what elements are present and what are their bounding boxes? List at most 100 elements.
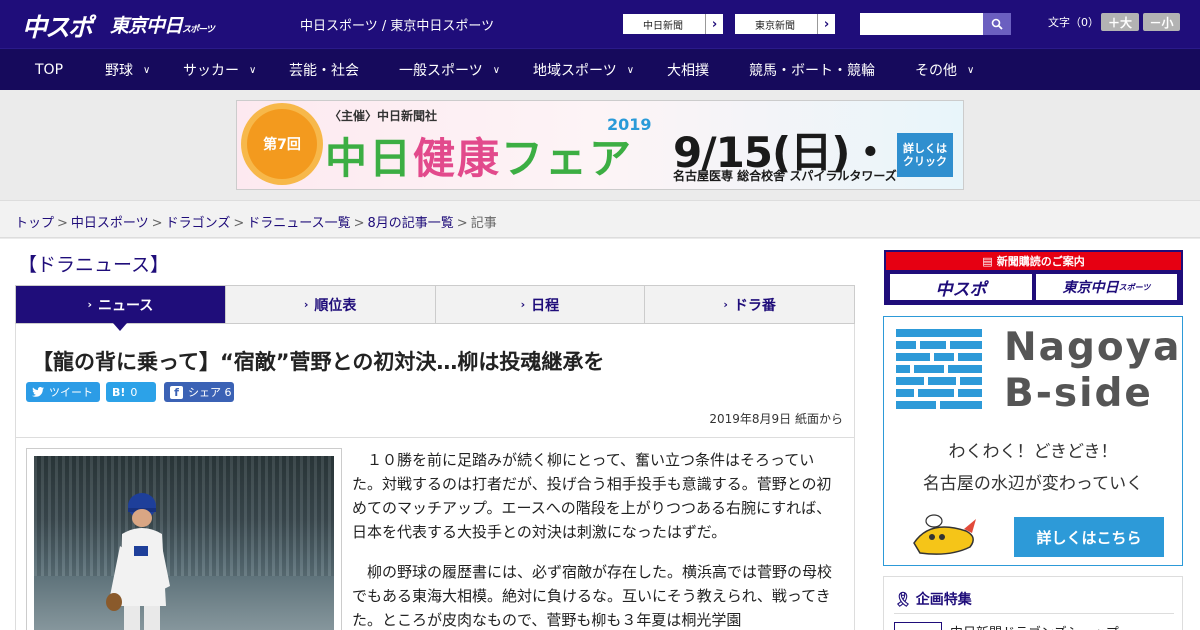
chevron-down-icon: ∨: [967, 64, 975, 76]
nav-item-label: TOP: [35, 62, 64, 78]
tab-label: ドラ番: [733, 297, 776, 314]
article-paragraph: 柳の野球の履歴書には、必ず宿敵が存在した。横浜高では菅野の母校でもある東海大相模…: [352, 563, 833, 629]
arrow-right-icon: ›: [817, 14, 835, 34]
tweet-button[interactable]: ツイート: [26, 382, 100, 402]
nav-item-entertainment[interactable]: 芸能・社会: [289, 49, 359, 91]
main-nav: TOP 野球 ∨ サッカー ∨ 芸能・社会 一般スポーツ ∨ 地域スポーツ ∨ 大相撲 …: [0, 48, 1200, 90]
dragons-tabs: › ニュース › 順位表 › 日程 › ドラ番: [15, 285, 855, 331]
breadcrumb-chunichi-sports[interactable]: 中日スポーツ: [71, 216, 149, 231]
banner-venue: 名古屋医専 総合校舎 スパイラルタワーズ: [673, 169, 897, 183]
tab-news[interactable]: › ニュース: [16, 286, 226, 331]
nav-item-racing[interactable]: 競馬・ボート・競輪: [749, 49, 875, 91]
search-input[interactable]: [860, 13, 983, 35]
search-button[interactable]: [983, 13, 1011, 35]
nav-item-label: 大相撲: [667, 63, 709, 79]
tab-standings[interactable]: › 順位表: [226, 286, 436, 323]
banner-title-a: 中日: [325, 134, 414, 183]
tokyo-chunichi-logo[interactable]: 東京中日スポーツ: [110, 11, 215, 38]
facebook-icon: f: [170, 385, 183, 399]
hatena-bookmark-button[interactable]: B! 0: [106, 382, 156, 402]
breadcrumb-bar: トップ > 中日スポーツ > ドラゴンズ > ドラニュース一覧 >8月の記事一覧 > 記事: [0, 200, 1200, 238]
nav-item-other[interactable]: その他 ∨: [915, 49, 974, 91]
banner-title: 中日健康フェア: [325, 125, 633, 186]
font-size-label: 文字（0）: [1048, 16, 1099, 29]
twitter-icon: [32, 387, 44, 397]
nav-item-top[interactable]: TOP: [35, 49, 63, 91]
health-fair-banner[interactable]: 第7回 〈主催〉中日新聞社 中日健康フェア 2019 9/15(日)・16(祝)…: [236, 100, 964, 190]
bside-tagline-2: 名古屋の水辺が変わっていく: [922, 474, 1144, 494]
chevron-down-icon: ∨: [492, 64, 501, 76]
chuspo-logo[interactable]: 中スポ: [22, 8, 93, 44]
subscribe-tokyo-chunichi-logo[interactable]: 東京中日 スポーツ: [1036, 274, 1177, 300]
facebook-share-label: シェア 6: [188, 386, 232, 399]
nav-item-sumo[interactable]: 大相撲: [667, 49, 709, 91]
tab-label: ニュース: [97, 297, 154, 314]
article-paragraph: １０勝を前に足踏みが続く柳にとって、奮い立つ条件はそろっていた。対戦するのは打者…: [352, 451, 832, 541]
tab-schedule[interactable]: › 日程: [436, 286, 646, 323]
breadcrumb-separator: >: [233, 216, 245, 231]
nav-item-soccer[interactable]: サッカー ∨: [183, 49, 256, 91]
shop-thumbnail: [894, 622, 942, 630]
nav-item-label: その他: [915, 63, 957, 79]
chevron-right-icon: ›: [87, 298, 92, 311]
tab-label: 順位表: [314, 297, 357, 314]
tokyo-chunichi-logo-text: 東京中日: [110, 15, 183, 37]
nav-item-label: 一般スポーツ: [399, 63, 483, 79]
subscribe-tokyo-chunichi-small: スポーツ: [1118, 282, 1151, 292]
search-icon: [991, 18, 1003, 30]
nav-item-baseball[interactable]: 野球 ∨: [105, 49, 150, 91]
banner-title-c: フェア: [501, 134, 634, 183]
bside-tagline-1: わくわく！どきどき！: [948, 442, 1118, 462]
breadcrumb-current: 記事: [470, 216, 497, 231]
tokyo-shimbun-link[interactable]: 東京新聞 ›: [734, 13, 836, 35]
article-photo[interactable]: [34, 456, 334, 630]
breadcrumb-separator: >: [456, 216, 468, 231]
article-date: 2019年8月9日 紙面から: [709, 412, 843, 426]
chunichi-shimbun-link-label: 中日新聞: [643, 20, 683, 32]
tokyo-chunichi-logo-small: スポーツ: [182, 25, 215, 35]
chevron-down-icon: ∨: [143, 64, 151, 76]
feature-item-dragons-shop[interactable]: 中日新聞ドラゴンズショップ: [894, 613, 1174, 630]
banner-cta-line2: クリック: [903, 155, 947, 168]
ebi-fry-mascot-icon: [913, 514, 976, 555]
subscription-head-label: 新聞購読のご案内: [996, 255, 1085, 268]
bside-brand-line2: B-side: [1004, 371, 1153, 416]
breadcrumb: トップ > 中日スポーツ > ドラゴンズ > ドラニュース一覧 >8月の記事一覧 > 記事: [15, 212, 497, 231]
ribbon-icon: 🎗: [894, 592, 912, 608]
nav-item-general-sports[interactable]: 一般スポーツ ∨: [399, 49, 500, 91]
breadcrumb-separator: >: [151, 216, 163, 231]
subscription-banner[interactable]: ▤ 新聞購読のご案内 中スポ 東京中日 スポーツ: [884, 250, 1183, 305]
bside-cta-button[interactable]: 詳しくはこちら: [1014, 517, 1164, 557]
section-title: 【ドラニュース】: [18, 254, 170, 276]
tweet-label: ツイート: [49, 386, 93, 399]
feature-item-label: 中日新聞ドラゴンズショップ: [950, 622, 1119, 630]
banner-sponsor: 〈主催〉中日新聞社: [329, 109, 438, 123]
nav-item-label: 競馬・ボート・競輪: [749, 63, 875, 79]
tab-label: 日程: [531, 297, 560, 314]
breadcrumb-top[interactable]: トップ: [15, 216, 54, 231]
hatena-icon: B!: [112, 385, 126, 399]
subscribe-tokyo-chunichi-text: 東京中日: [1062, 280, 1119, 296]
font-smaller-button[interactable]: －小: [1143, 13, 1180, 31]
chunichi-shimbun-link[interactable]: 中日新聞 ›: [622, 13, 724, 35]
breadcrumb-separator: >: [353, 216, 365, 231]
breadcrumb-dragons[interactable]: ドラゴンズ: [166, 216, 231, 231]
breadcrumb-dora-news-list[interactable]: ドラニュース一覧: [247, 216, 350, 231]
subscribe-chuspo-logo[interactable]: 中スポ: [890, 274, 1032, 300]
breadcrumb-august-list[interactable]: 8月の記事一覧: [368, 216, 454, 231]
feature-head-label: 企画特集: [915, 592, 972, 608]
tab-dora-ban[interactable]: › ドラ番: [645, 286, 854, 323]
event-badge: 第7回: [247, 109, 317, 179]
banner-cta-line1: 詳しくは: [903, 141, 947, 155]
tokyo-shimbun-link-label: 東京新聞: [755, 20, 795, 32]
nagoya-bside-ad[interactable]: Nagoya B-side わくわく！どきどき！ 名古屋の水辺が変わっていく 詳し…: [883, 316, 1183, 566]
nav-item-label: サッカー: [183, 63, 239, 79]
nav-item-label: 芸能・社会: [289, 63, 359, 79]
site-header: 中スポ 東京中日スポーツ 中日スポーツ / 東京中日スポーツ 中日新聞 › 東京…: [0, 0, 1200, 48]
facebook-share-button[interactable]: f シェア 6: [164, 382, 234, 402]
nav-item-regional-sports[interactable]: 地域スポーツ ∨: [533, 49, 634, 91]
brick-wall-icon: [896, 329, 982, 409]
font-bigger-button[interactable]: ＋大: [1101, 13, 1139, 31]
newspaper-icon: ▤: [982, 254, 993, 268]
banner-cta[interactable]: 詳しくは クリック: [897, 133, 953, 177]
